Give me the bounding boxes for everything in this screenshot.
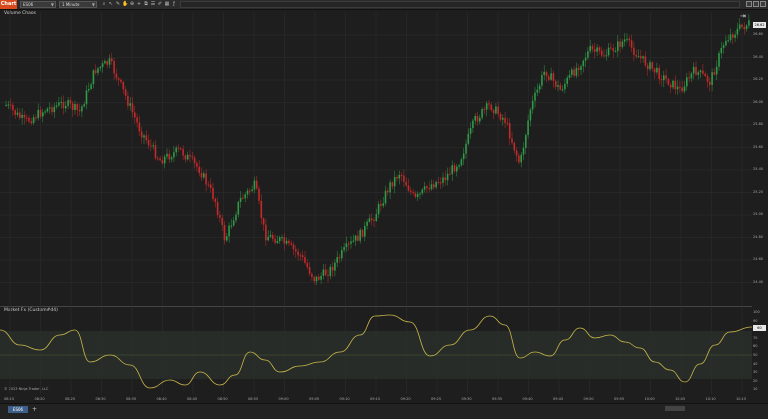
draw-tools-icon[interactable]: ✐	[157, 1, 163, 8]
time-axis-label: 09:00	[278, 397, 289, 401]
indicator-axis-label: 50	[753, 353, 758, 357]
time-axis-label: 09:10	[339, 397, 350, 401]
crosshair-icon[interactable]: +	[136, 1, 142, 8]
indicator-axis-label: 20	[753, 378, 758, 383]
indicator-axis-label: 10	[753, 387, 758, 392]
instrument-value: ES06	[23, 2, 34, 7]
minimize-button[interactable]	[746, 1, 752, 7]
price-axis-label: 25.20	[753, 189, 764, 194]
indicator-axis-label: 90	[753, 318, 758, 323]
time-axis-label: 08:45	[187, 397, 198, 401]
indicator-pane[interactable]: Market Fx (Custom#d4)	[0, 306, 752, 395]
time-axis-label: 08:15	[4, 397, 15, 401]
time-axis-label: 09:35	[492, 397, 503, 401]
time-axis-label: 09:40	[522, 397, 533, 401]
indicators-icon[interactable]: ƒ	[171, 1, 177, 8]
price-axis-label: 24.80	[753, 234, 764, 239]
last-price-tag: 26.62	[753, 22, 766, 28]
price-pane[interactable]: Volume Chaos	[0, 10, 752, 305]
indicator-axis-label: 30	[753, 370, 758, 375]
time-axis-label: 09:05	[309, 397, 320, 401]
close-button[interactable]	[760, 1, 766, 7]
interval-value: 1 Minute	[62, 2, 80, 7]
time-axis-label: 09:15	[370, 397, 381, 401]
time-axis-label: 08:30	[95, 397, 106, 401]
time-axis-label: 08:35	[126, 397, 137, 401]
price-axis-label: 26.40	[753, 54, 764, 59]
maximize-button[interactable]	[753, 1, 759, 7]
indicator-value-tag: 60	[753, 325, 766, 331]
tab-es06[interactable]: ES06	[8, 406, 28, 413]
time-axis-label: 08:40	[156, 397, 167, 401]
zoom-icon[interactable]: ⊕	[129, 1, 135, 8]
grid-icon[interactable]: ▦	[164, 1, 170, 8]
magnifier-icon[interactable]: ⌕	[101, 1, 107, 8]
copy-icon[interactable]: ⧉	[143, 1, 149, 8]
pencil-icon[interactable]: ✎	[115, 1, 121, 8]
time-axis-label: 10:15	[736, 397, 747, 401]
time-axis-label: 09:45	[553, 397, 564, 401]
time-axis-label: 09:25	[431, 397, 442, 401]
time-axis-label: 08:25	[65, 397, 76, 401]
time-axis-label: 10:05	[675, 397, 686, 401]
indicator-axis-label: 70	[753, 335, 758, 340]
price-axis-label: 25.40	[753, 167, 764, 171]
time-axis-label: 08:50	[217, 397, 228, 401]
properties-icon[interactable]: ☰	[150, 1, 156, 8]
top-toolbar: Chart ES06 ▼ 1 Minute ▼ ⌕ ↖ ✎ ✋ ⊕ + ⧉ ☰ ✐ …	[0, 0, 768, 10]
indicator-title: Market Fx (Custom#d4)	[4, 308, 58, 313]
time-axis-label: 08:20	[34, 397, 45, 401]
time-axis-label: 08:55	[248, 397, 259, 401]
time-axis-label: 09:20	[400, 397, 411, 401]
price-axis-label: 25.00	[753, 212, 764, 216]
indicator-axis-label: 60	[753, 344, 758, 349]
add-tab-button[interactable]: +	[31, 406, 38, 413]
time-axis-label: 09:30	[461, 397, 472, 401]
time-axis-label: 09:55	[614, 397, 625, 401]
price-axis-label: 24.40	[753, 279, 764, 284]
time-axis-label: 10:10	[705, 397, 716, 401]
indicator-axis-label: 100	[753, 310, 760, 314]
scroll-to-latest-icon[interactable]: ⇥	[740, 12, 746, 20]
time-axis-label: 10:00	[644, 397, 655, 401]
price-axis-label: 24.60	[753, 257, 764, 261]
chart-menu-button[interactable]: Chart	[0, 0, 17, 9]
footer-bar: ES06 +	[0, 403, 768, 419]
indicator-axis-label: 40	[753, 361, 758, 366]
price-axis-label: 25.60	[753, 144, 764, 149]
address-bar[interactable]	[180, 1, 740, 8]
chevron-down-icon: ▼	[91, 2, 95, 7]
instrument-selector[interactable]: ES06 ▼	[20, 1, 56, 8]
horizontal-scrollbar[interactable]	[665, 406, 685, 411]
price-axis-label: 26.80	[753, 32, 764, 36]
interval-selector[interactable]: 1 Minute ▼	[59, 1, 97, 8]
price-pane-title: Volume Chaos	[4, 11, 37, 16]
chevron-down-icon: ▼	[50, 2, 54, 7]
copyright-text: © 2023 Ninja Trader, LLC	[4, 387, 49, 391]
price-axis-label: 26.00	[753, 99, 764, 104]
time-axis-label: 09:50	[583, 397, 594, 401]
pointer-icon[interactable]: ↖	[108, 1, 114, 8]
price-axis-label: 25.80	[753, 122, 764, 126]
price-axis-label: 26.20	[753, 77, 764, 81]
hand-icon[interactable]: ✋	[122, 1, 128, 8]
